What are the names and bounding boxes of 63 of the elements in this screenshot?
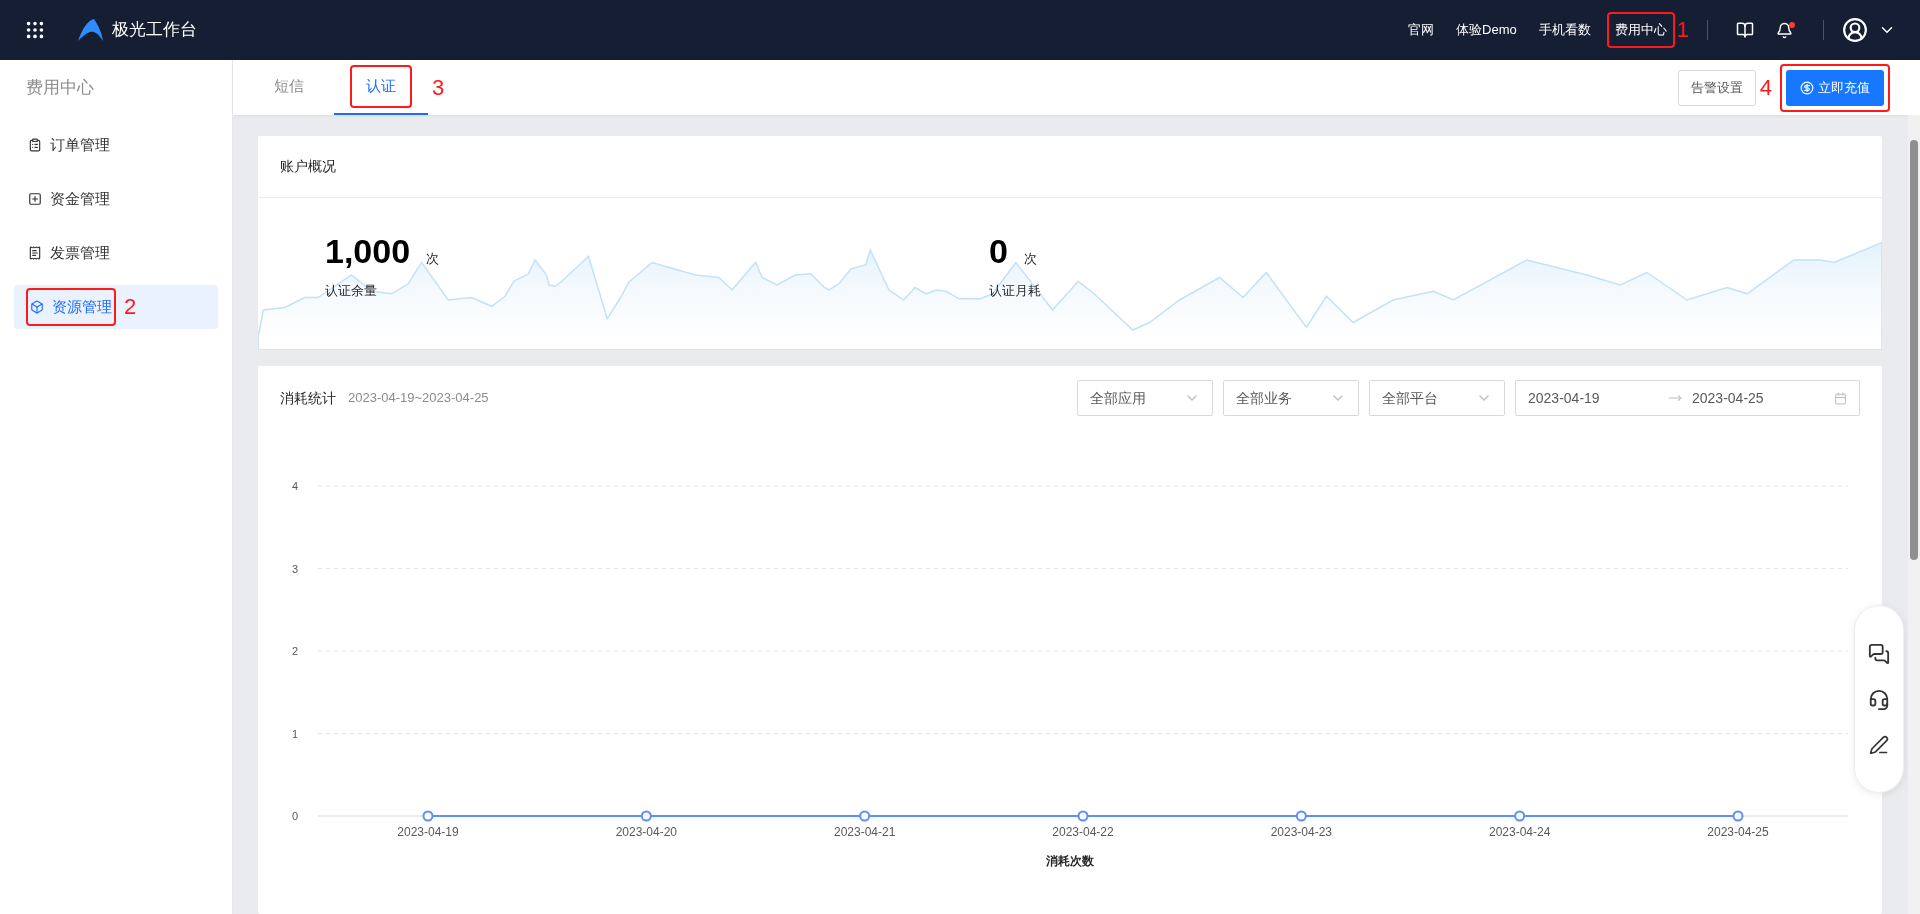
x-tick-label: 2023-04-22 — [1052, 825, 1114, 839]
y-tick-label: 1 — [291, 727, 298, 740]
alert-settings-button[interactable]: 告警设置 — [1677, 69, 1756, 106]
nav-link[interactable]: 体验Demo — [1450, 14, 1523, 46]
stat-unit: 次 — [426, 250, 440, 268]
clipboard-icon — [28, 138, 42, 152]
x-tick-label: 2023-04-24 — [1488, 825, 1551, 839]
sidebar-title: 费用中心 — [25, 76, 95, 99]
filter-select[interactable]: 全部平台 — [1369, 380, 1505, 416]
date-range-picker[interactable]: 2023-04-19 2023-04-25 — [1515, 380, 1860, 416]
sidebar-item[interactable]: 发票管理 — [14, 231, 218, 275]
callout-number: 2 — [124, 296, 137, 318]
data-point — [1514, 810, 1526, 822]
sidebar-item[interactable]: 资金管理 — [14, 177, 218, 221]
y-tick-label: 2 — [291, 645, 298, 657]
brand-name: 极光工作台 — [112, 19, 197, 42]
callout-number: 1 — [1676, 19, 1689, 41]
data-point — [1077, 810, 1089, 822]
nav-link[interactable]: 手机看数 — [1532, 14, 1597, 46]
x-tick-label: 2023-04-21 — [833, 825, 896, 839]
stat-value: 0 — [989, 231, 1008, 272]
data-point — [640, 810, 652, 822]
data-point — [1295, 810, 1307, 822]
user-avatar-icon[interactable] — [1842, 17, 1868, 43]
logo-icon — [76, 17, 104, 43]
x-tick-label: 2023-04-23 — [1270, 825, 1333, 839]
tab[interactable]: 短信 — [258, 60, 320, 115]
stat-value: 1,000 — [325, 231, 411, 272]
headset-icon[interactable] — [1868, 689, 1890, 711]
card-title: 账户概况 — [258, 136, 1882, 198]
y-tick-label: 0 — [291, 810, 298, 822]
edit-icon[interactable] — [1869, 735, 1889, 755]
recharge-button[interactable]: 立即充值 — [1786, 69, 1884, 106]
calendar-icon — [1834, 391, 1847, 405]
cube-icon — [30, 300, 44, 314]
card-title: 消耗统计 — [280, 388, 336, 408]
coin-icon — [1800, 80, 1814, 95]
chat-icon[interactable] — [1868, 643, 1890, 665]
data-point — [1732, 810, 1744, 822]
stat-unit: 次 — [1023, 250, 1037, 268]
filter-select[interactable]: 全部业务 — [1223, 380, 1359, 416]
nav-link[interactable]: 官网 — [1402, 14, 1441, 46]
callout-number: 3 — [432, 76, 445, 99]
filter-select[interactable]: 全部应用 — [1077, 380, 1213, 416]
sidebar-item[interactable]: 订单管理 — [14, 123, 218, 167]
receipt-icon — [28, 246, 42, 260]
square-plus-icon — [28, 192, 42, 206]
data-point — [422, 810, 434, 822]
book-icon[interactable] — [1736, 21, 1754, 39]
x-tick-label: 2023-04-19 — [397, 825, 459, 839]
x-tick-label: 2023-04-25 — [1707, 825, 1769, 839]
y-tick-label: 3 — [291, 562, 298, 575]
y-tick-label: 4 — [291, 480, 298, 492]
data-point — [859, 810, 871, 822]
x-tick-label: 2023-04-20 — [615, 825, 678, 839]
sidebar-item[interactable]: 资源管理 2 — [14, 285, 218, 329]
stat-label: 认证余量 — [325, 282, 378, 300]
callout-number: 4 — [1759, 76, 1772, 99]
date-range-text: 2023-04-19~2023-04-25 — [348, 389, 489, 408]
notification-bell-icon[interactable] — [1776, 21, 1793, 39]
x-axis-title: 消耗次数 — [1046, 853, 1094, 870]
apps-grid-icon[interactable] — [24, 19, 46, 41]
stat-label: 认证月耗 — [989, 282, 1042, 300]
